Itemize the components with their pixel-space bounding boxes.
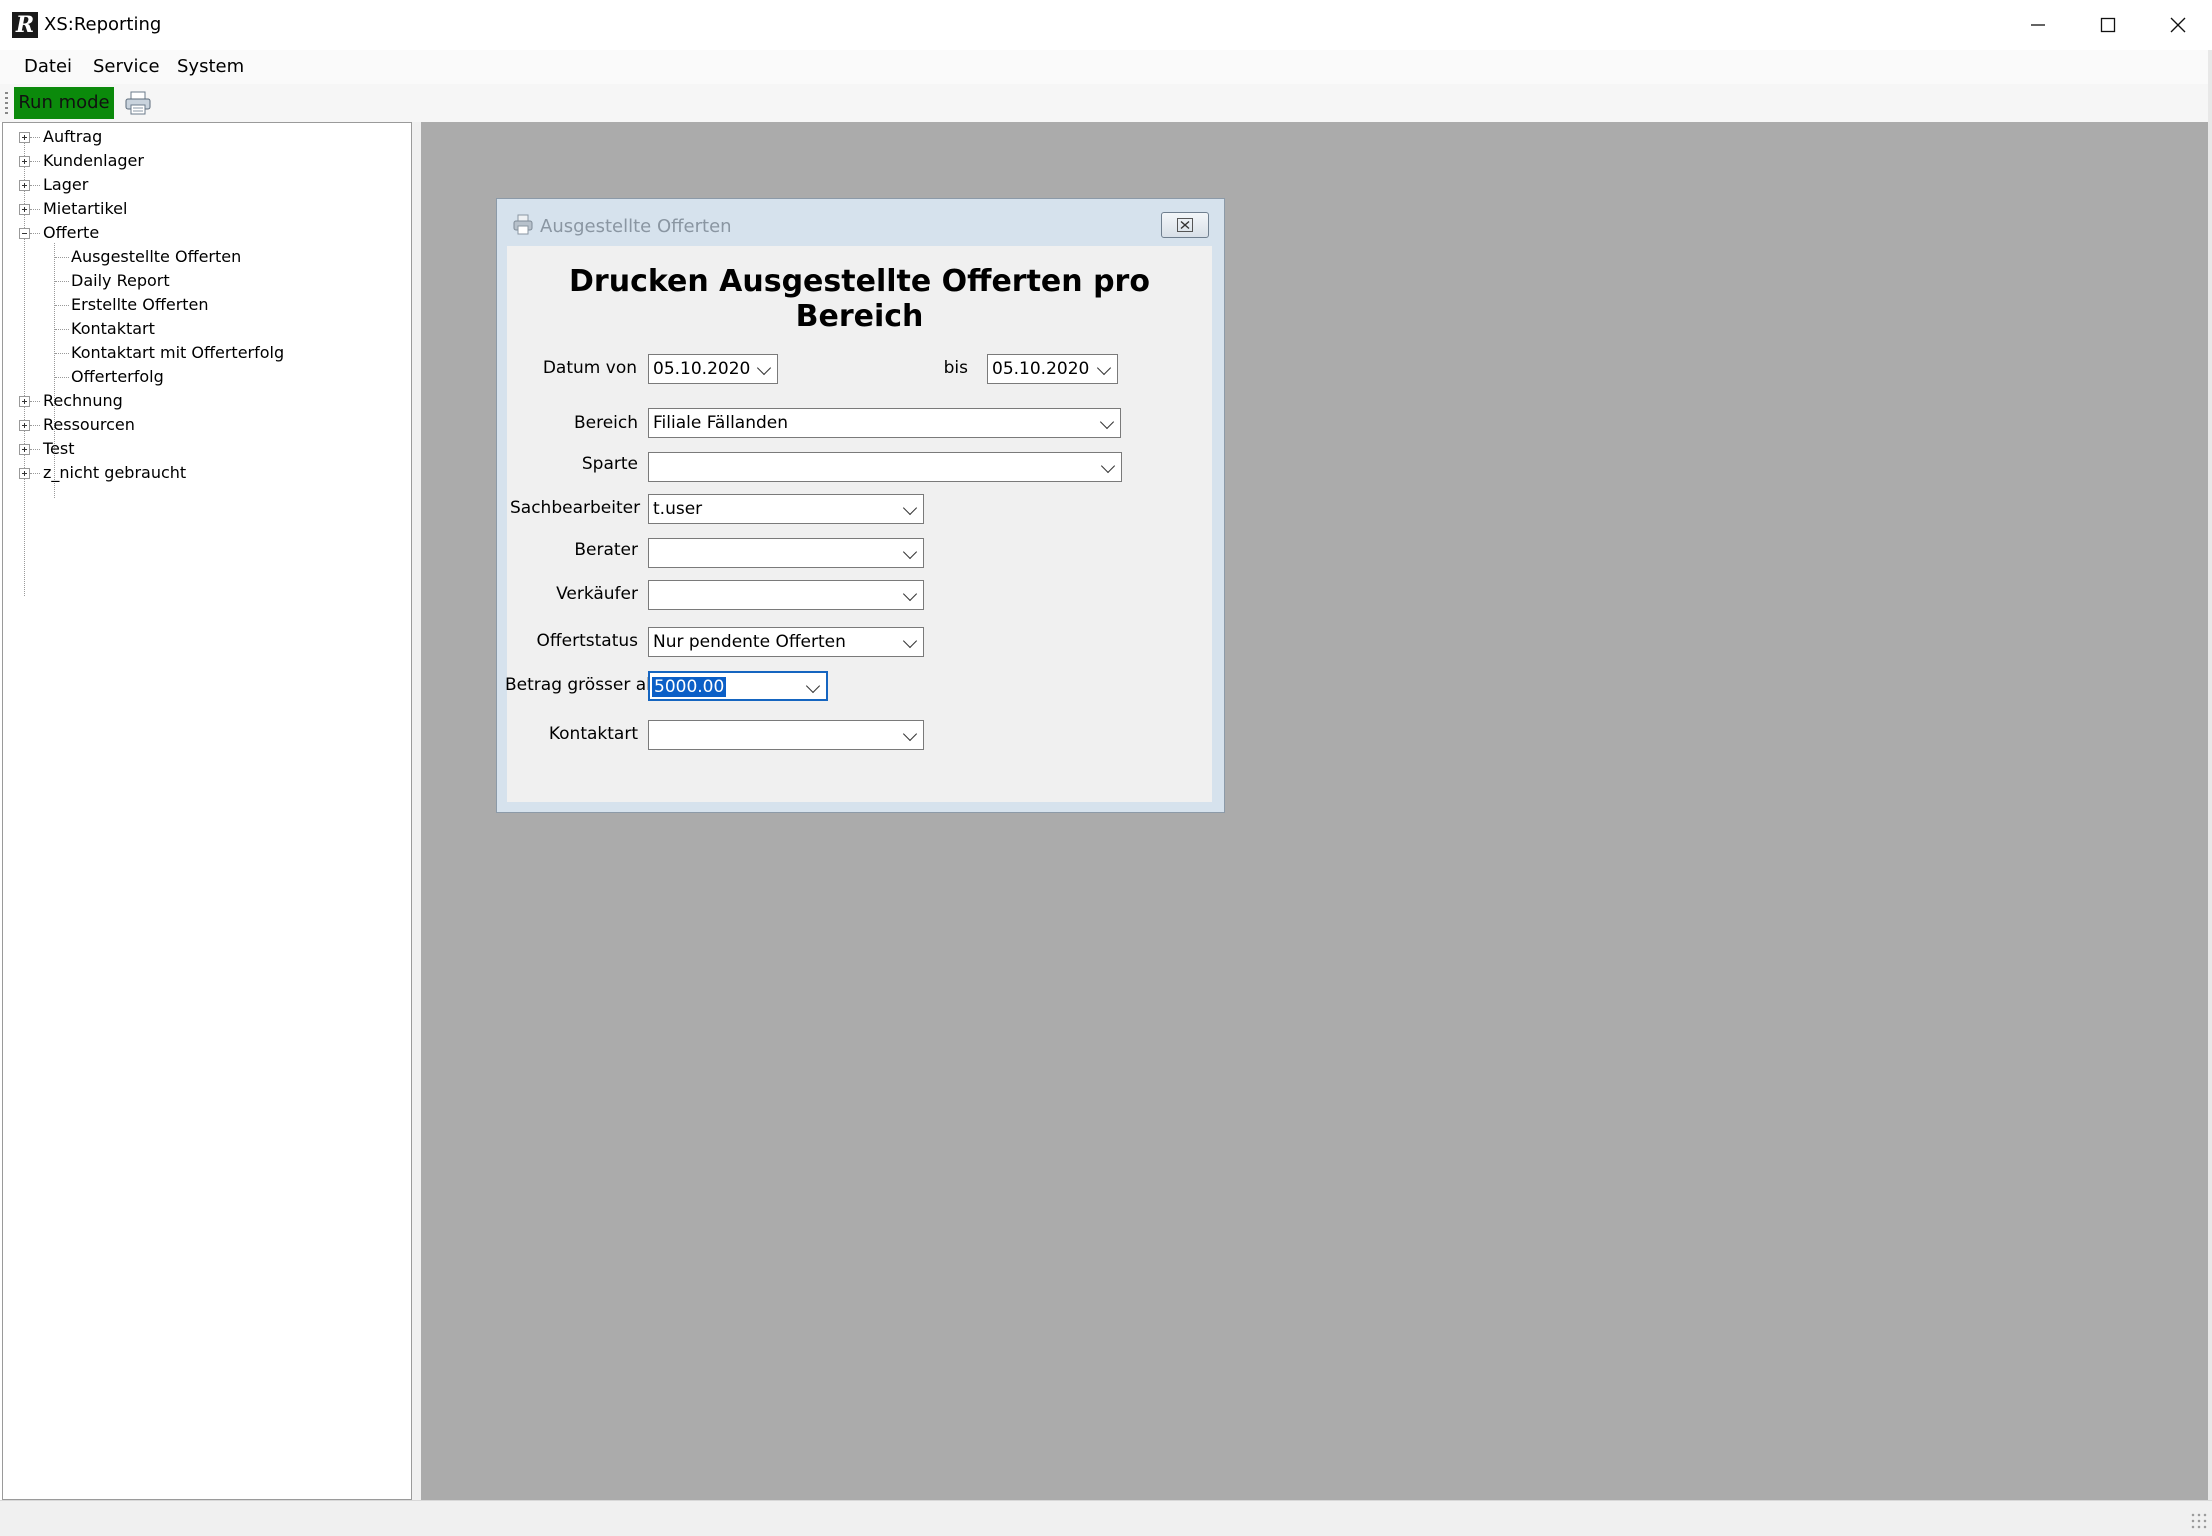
kontaktart-label: Kontaktart — [548, 724, 638, 744]
tree-node-auftrag[interactable]: Auftrag — [43, 127, 102, 146]
minimize-icon — [2031, 24, 2045, 26]
chevron-down-icon — [756, 360, 772, 376]
tree-node-rechnung[interactable]: Rechnung — [43, 391, 123, 410]
berater-select[interactable] — [648, 538, 924, 568]
berater-label: Berater — [574, 540, 638, 560]
bis-value: 05.10.2020 — [992, 359, 1090, 379]
maximize-icon — [2100, 17, 2116, 33]
tree-node-offerte[interactable]: Offerte — [43, 223, 99, 242]
tree-node-ausgestellte-offerten[interactable]: Ausgestellte Offerten — [71, 247, 241, 266]
tree-node-kontaktart[interactable]: Kontaktart — [71, 319, 155, 338]
betrag-label: Betrag grösser als — [505, 675, 660, 695]
verkaeufer-label: Verkäufer — [556, 584, 638, 604]
tree-node-z-nicht-gebraucht[interactable]: z_nicht gebraucht — [43, 463, 186, 482]
expand-icon[interactable] — [19, 132, 30, 143]
chevron-down-icon — [902, 544, 918, 560]
expand-icon[interactable] — [19, 204, 30, 215]
resize-grip-icon[interactable] — [2190, 1512, 2208, 1530]
dialog-printer-icon — [512, 214, 534, 236]
menu-service[interactable]: Service — [93, 56, 160, 77]
tree-node-daily-report[interactable]: Daily Report — [71, 271, 170, 290]
tree-node-kundenlager[interactable]: Kundenlager — [43, 151, 144, 170]
expand-icon[interactable] — [19, 156, 30, 167]
bereich-select[interactable]: Filiale Fällanden — [648, 408, 1121, 438]
expand-icon[interactable] — [19, 396, 30, 407]
offertstatus-label: Offertstatus — [536, 631, 638, 651]
menu-datei[interactable]: Datei — [24, 56, 72, 77]
tree-node-lager[interactable]: Lager — [43, 175, 88, 194]
dialog-heading: Drucken Ausgestellte Offerten pro Bereic… — [569, 264, 1150, 334]
minimize-button[interactable] — [2003, 0, 2073, 50]
offertstatus-value: Nur pendente Offerten — [653, 632, 846, 652]
verkaeufer-select[interactable] — [648, 580, 924, 610]
tree-node-erstellte-offerten[interactable]: Erstellte Offerten — [71, 295, 209, 314]
chevron-down-icon — [1096, 360, 1112, 376]
bis-label: bis — [943, 358, 968, 378]
panel-splitter[interactable] — [412, 122, 421, 1500]
chevron-down-icon — [805, 678, 821, 694]
chevron-down-icon — [1099, 414, 1115, 430]
close-icon — [2170, 17, 2186, 33]
datum-von-value: 05.10.2020 — [653, 359, 751, 379]
chevron-down-icon — [902, 633, 918, 649]
kontaktart-select[interactable] — [648, 720, 924, 750]
expand-icon[interactable] — [19, 180, 30, 191]
report-tree-panel: Auftrag Kundenlager Lager Mietartikel Of… — [2, 122, 412, 1500]
expand-icon[interactable] — [19, 468, 30, 479]
betrag-value: 5000.00 — [652, 677, 727, 697]
menu-bar — [0, 50, 2212, 84]
tree-node-ressourcen[interactable]: Ressourcen — [43, 415, 135, 434]
toolbar — [0, 84, 2212, 122]
datum-von-datepicker[interactable]: 05.10.2020 — [648, 354, 778, 384]
close-icon — [1177, 218, 1193, 232]
tree-node-test[interactable]: Test — [43, 439, 75, 458]
chevron-down-icon — [902, 726, 918, 742]
status-bar — [0, 1500, 2212, 1536]
sachbearbeiter-value: t.user — [653, 499, 703, 519]
bereich-value: Filiale Fällanden — [653, 413, 789, 433]
printer-icon — [125, 91, 151, 115]
sparte-label: Sparte — [581, 454, 638, 474]
close-button[interactable] — [2143, 0, 2212, 50]
sparte-select[interactable] — [648, 452, 1122, 482]
datum-von-label: Datum von — [542, 358, 637, 378]
window-edge — [2208, 50, 2212, 1535]
chevron-down-icon — [902, 586, 918, 602]
tree-node-kontaktart-mit-offerterfolg[interactable]: Kontaktart mit Offerterfolg — [71, 343, 284, 362]
app-logo-icon: R — [12, 12, 38, 38]
sachbearbeiter-select[interactable]: t.user — [648, 494, 924, 524]
expand-icon[interactable] — [19, 444, 30, 455]
dialog-title: Ausgestellte Offerten — [540, 216, 732, 237]
chevron-down-icon — [1100, 458, 1116, 474]
bereich-label: Bereich — [573, 413, 638, 433]
dialog-close-button[interactable] — [1161, 212, 1209, 238]
expand-icon[interactable] — [19, 420, 30, 431]
title-bar — [0, 0, 2212, 50]
betrag-combobox[interactable]: 5000.00 — [648, 671, 828, 701]
bis-datepicker[interactable]: 05.10.2020 — [987, 354, 1118, 384]
window-title: XS:Reporting — [44, 14, 162, 35]
toolbar-grip[interactable] — [5, 92, 8, 114]
print-button[interactable] — [124, 91, 152, 115]
chevron-down-icon — [902, 500, 918, 516]
tree-node-offerterfolg[interactable]: Offerterfolg — [71, 367, 164, 386]
menu-system[interactable]: System — [177, 56, 244, 77]
tree-node-mietartikel[interactable]: Mietartikel — [43, 199, 127, 218]
maximize-button[interactable] — [2073, 0, 2143, 50]
sachbearbeiter-label: Sachbearbeiter — [510, 498, 641, 518]
run-mode-button[interactable]: Run mode — [14, 87, 114, 119]
collapse-icon[interactable] — [19, 228, 30, 239]
offertstatus-select[interactable]: Nur pendente Offerten — [648, 627, 924, 657]
